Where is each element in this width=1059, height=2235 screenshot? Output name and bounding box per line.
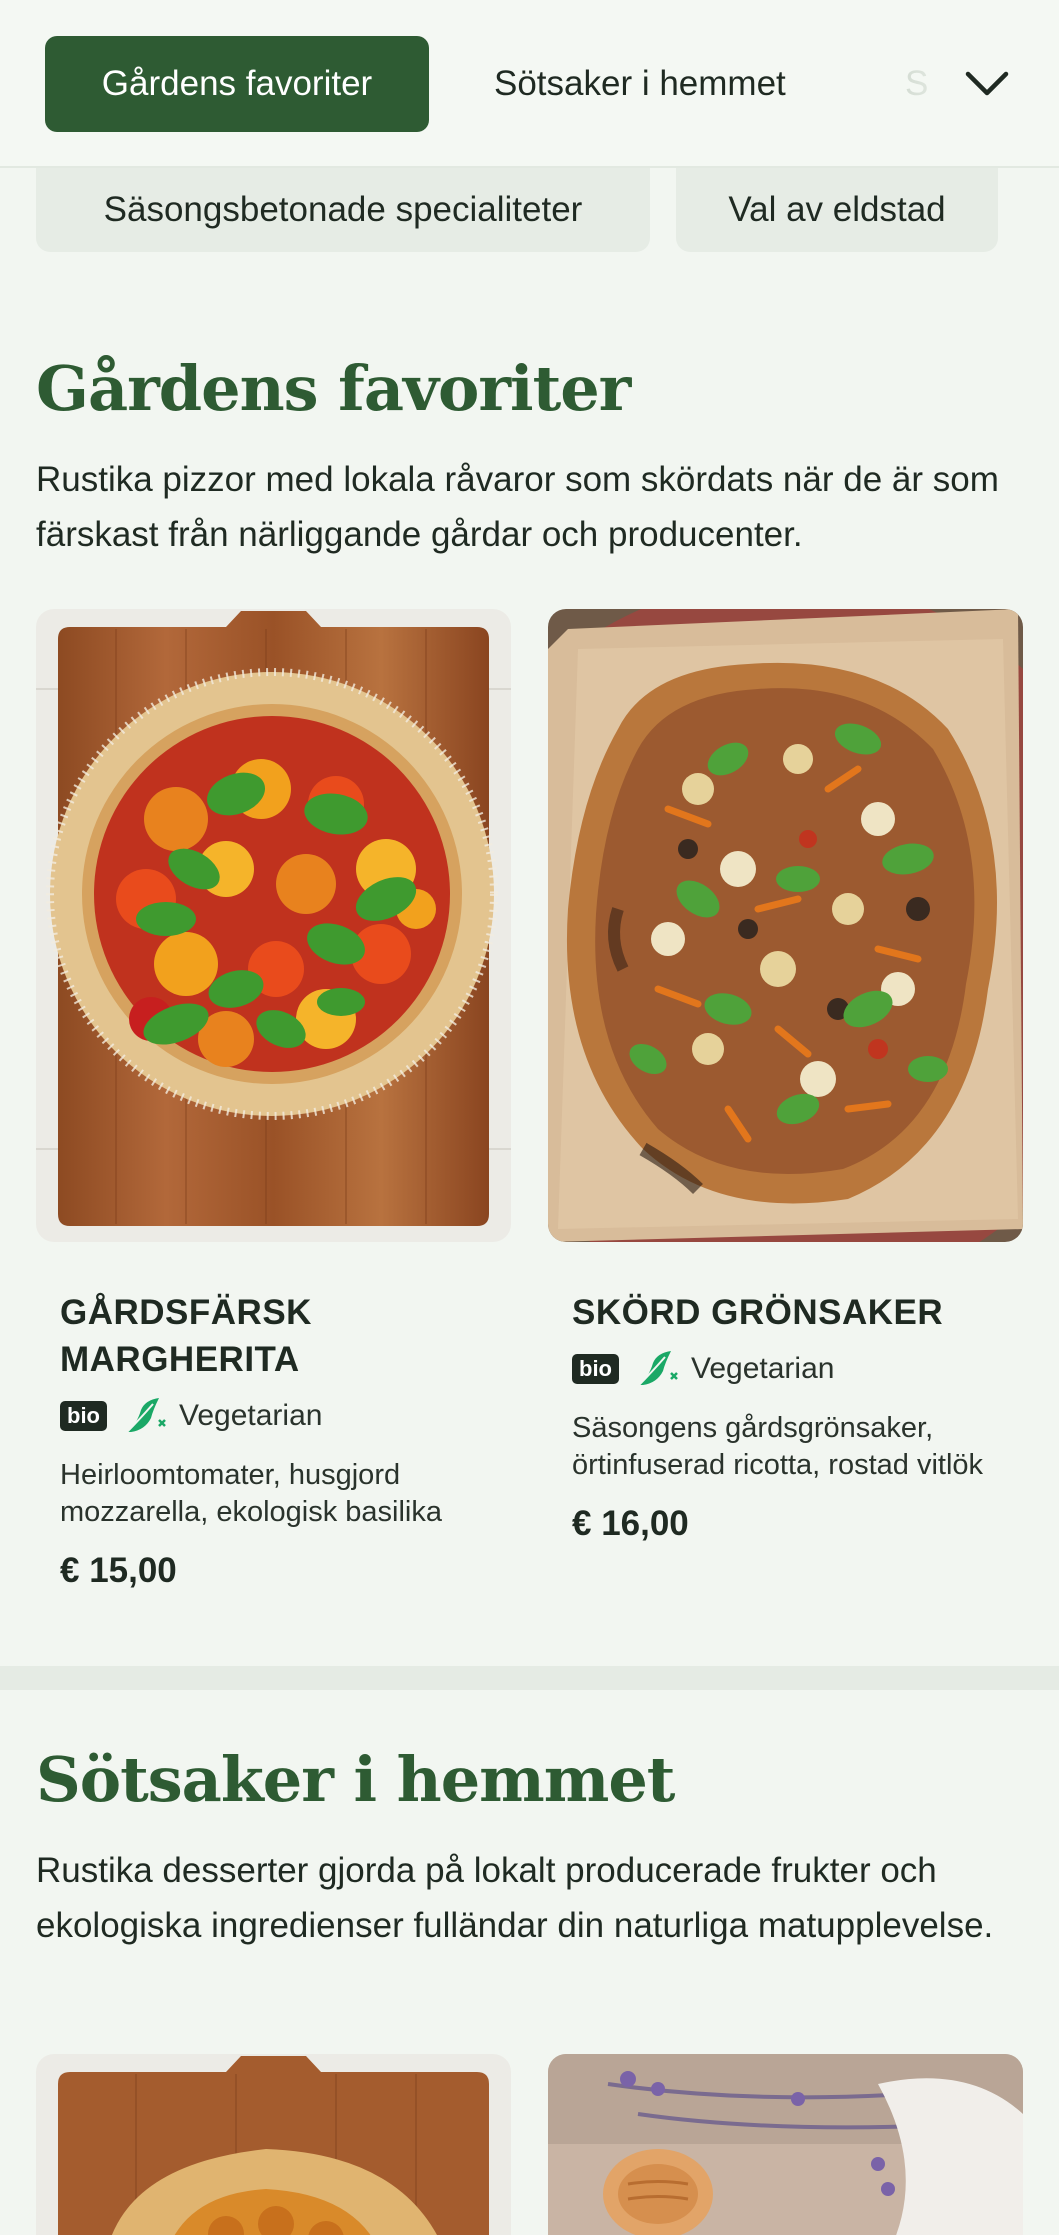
product-tags: bio Vegetarian <box>60 1393 490 1439</box>
product-tags: bio Vegetarian <box>572 1346 1002 1392</box>
section-divider <box>0 1666 1059 1690</box>
section-title: Sötsaker i hemmet <box>36 1743 675 1816</box>
product-description: Säsongens gårdsgrönsaker, örtinfuserad r… <box>572 1412 984 1481</box>
section-description: Rustika pizzor med lokala råvaror som sk… <box>36 460 999 554</box>
diet-label: Vegetarian <box>691 1352 835 1385</box>
section-description: Rustika desserter gjorda på lokalt produ… <box>36 1851 994 1945</box>
product-price: € 16,00 <box>572 1504 689 1543</box>
product-description: Heirloomtomater, husgjord mozzarella, ek… <box>60 1459 442 1528</box>
product-image-dessert-1[interactable] <box>36 2054 511 2235</box>
product-name: Gårdsfärsk Margherita <box>60 1293 312 1379</box>
bio-badge: bio <box>60 1401 107 1431</box>
product-image-dessert-2[interactable] <box>548 2054 1023 2235</box>
chip-val-av-eldstad[interactable]: Val av eldstad <box>676 168 998 252</box>
chevron-down-icon[interactable] <box>962 62 1012 106</box>
product-price: € 15,00 <box>60 1551 177 1590</box>
chip-sasongsbetonade-specialiteter[interactable]: Säsongsbetonade specialiteter <box>36 168 650 252</box>
tab-sotsaker-i-hemmet[interactable]: Sötsaker i hemmet <box>466 36 814 132</box>
product-image-skord-gronsaker[interactable] <box>548 609 1023 1242</box>
product-image-margherita[interactable] <box>36 609 511 1242</box>
diet-label: Vegetarian <box>179 1399 323 1432</box>
product-card-margherita[interactable]: Gårdsfärsk Margherita bio Vegetarian Hei… <box>60 1289 490 1591</box>
product-name: Skörd grönsaker <box>572 1293 944 1332</box>
product-card-skord-gronsaker[interactable]: Skörd grönsaker bio Vegetarian Säsongens… <box>572 1289 1002 1544</box>
category-nav: Gårdens favoriter Sötsaker i hemmet S <box>0 0 1059 168</box>
leaf-icon <box>638 1351 678 1386</box>
tab-gardens-favoriter[interactable]: Gårdens favoriter <box>45 36 429 132</box>
leaf-icon <box>126 1398 166 1433</box>
bio-badge: bio <box>572 1354 619 1384</box>
section-title: Gårdens favoriter <box>36 352 631 425</box>
